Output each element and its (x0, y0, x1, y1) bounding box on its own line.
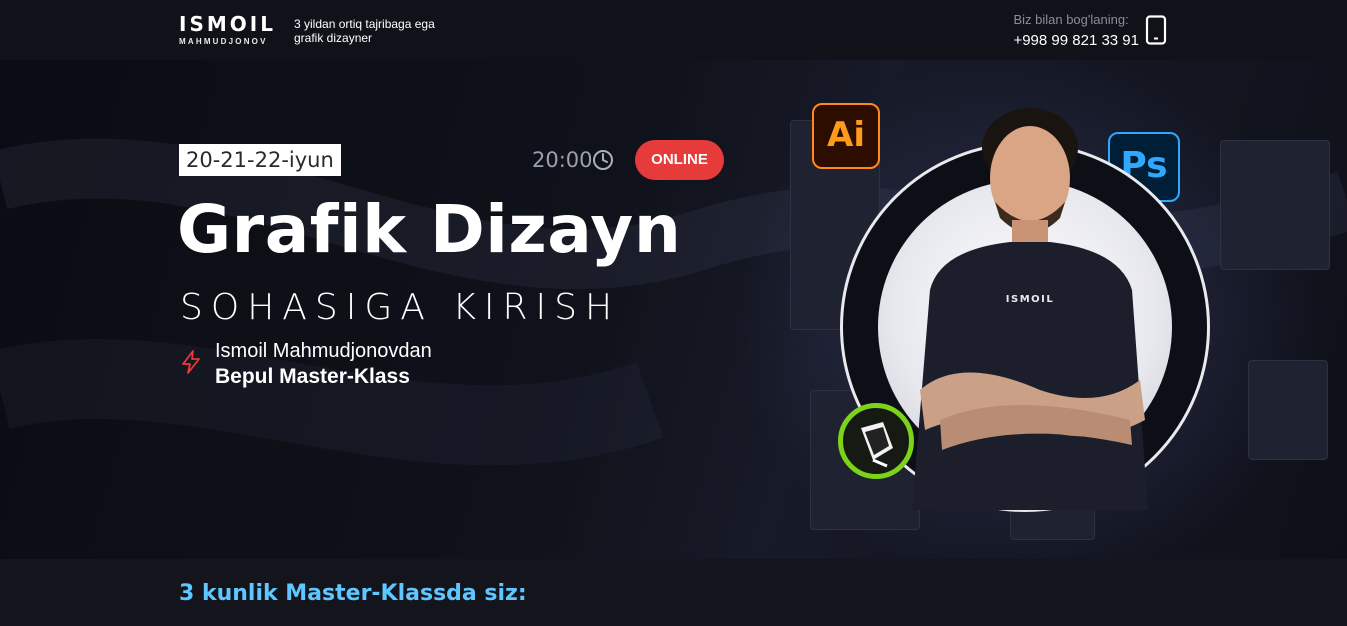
section-title: 3 kunlik Master-Klassda siz: (179, 581, 527, 606)
benefits-section: 3 kunlik Master-Klassda siz: (0, 559, 1347, 626)
lightning-icon (182, 350, 200, 374)
event-date-badge: 20-21-22-iyun (179, 144, 341, 176)
site-header: ISMOIL MAHMUDJONOV 3 yildan ortiq tajrib… (0, 0, 1347, 60)
illustrator-icon: Ai (812, 103, 880, 169)
ui-panel-decoration (1248, 360, 1328, 460)
logo-main-text: ISMOIL (179, 12, 276, 36)
hero-banner: Ai Ps ISMOIL 20-21-22-iyun 20:00 ONLINE … (0, 60, 1347, 559)
logo-sub-text: MAHMUDJONOV (179, 37, 268, 46)
ui-panel-decoration (1220, 140, 1330, 270)
coreldraw-pen-icon (838, 403, 914, 479)
hero-subtitle: SOHASIGA KIRISH (180, 287, 621, 328)
contact-phone-link[interactable]: +998 99 821 33 91 (1013, 31, 1139, 51)
instructor-portrait: ISMOIL (912, 108, 1148, 510)
contact-label: Biz bilan bog'laning: (1013, 12, 1129, 27)
header-tagline: 3 yildan ortiq tajribaga ega grafik diza… (294, 17, 435, 45)
author-line: Ismoil Mahmudjonovdan (215, 340, 432, 362)
event-time: 20:00 (532, 148, 593, 172)
hero-title: Grafik Dizayn (177, 191, 682, 268)
clock-icon (593, 150, 613, 170)
logo[interactable]: ISMOIL MAHMUDJONOV (179, 14, 289, 48)
online-badge: ONLINE (635, 140, 724, 180)
shirt-logo-text: ISMOIL (1006, 294, 1054, 305)
masterclass-label: Bepul Master-Klass (215, 365, 410, 388)
contact-block: Biz bilan bog'laning: +998 99 821 33 91 (1013, 12, 1139, 51)
smartphone-icon[interactable] (1145, 15, 1167, 45)
